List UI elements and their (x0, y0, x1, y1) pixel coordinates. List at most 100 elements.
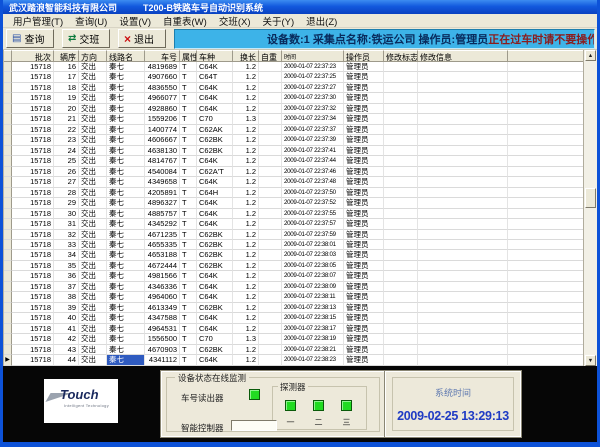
cell-batch[interactable]: 15718 (12, 62, 54, 72)
cell-car-type[interactable]: C64K (197, 62, 233, 72)
cell-length[interactable]: 1.2 (233, 230, 259, 240)
cell-time[interactable]: 2009-01-07 22:38:07 (282, 271, 344, 281)
cell-car-type[interactable]: C62BK (197, 303, 233, 313)
cell-modify-flag[interactable] (384, 72, 418, 82)
cell-car-type[interactable]: C64K (197, 271, 233, 281)
header-modify-info[interactable]: 修改信息 (418, 50, 508, 61)
exit-button[interactable]: × 退出 (118, 29, 166, 48)
cell-modify-info[interactable] (418, 303, 508, 313)
table-row[interactable]: 15718 25 交出 秦七 4814767 T C64K 1.2 2009-0… (4, 156, 583, 166)
cell-length[interactable]: 1.3 (233, 334, 259, 344)
cell-car-number[interactable]: 4885757 (145, 209, 180, 219)
table-row[interactable]: 15718 30 交出 秦七 4885757 T C64K 1.2 2009-0… (4, 209, 583, 219)
cell-modify-info[interactable] (418, 83, 508, 93)
cell-operator[interactable]: 管理员 (344, 114, 384, 124)
cell-operator[interactable]: 管理员 (344, 230, 384, 240)
menu-item[interactable]: 自重表(W) (157, 14, 213, 28)
cell-attribute[interactable]: T (180, 135, 197, 145)
cell-direction[interactable]: 交出 (79, 292, 107, 302)
cell-modify-info[interactable] (418, 324, 508, 334)
table-row[interactable]: 15718 34 交出 秦七 4653188 T C62BK 1.2 2009-… (4, 250, 583, 260)
cell-direction[interactable]: 交出 (79, 209, 107, 219)
cell-tare-weight[interactable] (259, 146, 282, 156)
cell-length[interactable]: 1.2 (233, 83, 259, 93)
cell-tare-weight[interactable] (259, 135, 282, 145)
cell-car-number[interactable]: 4345292 (145, 219, 180, 229)
cell-modify-flag[interactable] (384, 334, 418, 344)
cell-car-type[interactable]: C62BK (197, 135, 233, 145)
cell-line-name[interactable]: 秦七 (107, 334, 145, 344)
cell-operator[interactable]: 管理员 (344, 282, 384, 292)
cell-car-number[interactable]: 4346336 (145, 282, 180, 292)
cell-tare-weight[interactable] (259, 282, 282, 292)
cell-length[interactable]: 1.2 (233, 261, 259, 271)
cell-car-number[interactable]: 4606667 (145, 135, 180, 145)
cell-modify-flag[interactable] (384, 261, 418, 271)
menu-item[interactable]: 查询(U) (69, 14, 113, 28)
cell-sequence[interactable]: 19 (54, 93, 79, 103)
cell-modify-info[interactable] (418, 240, 508, 250)
cell-operator[interactable]: 管理员 (344, 156, 384, 166)
cell-car-number[interactable]: 4966077 (145, 93, 180, 103)
cell-modify-flag[interactable] (384, 135, 418, 145)
cell-car-number[interactable]: 1556500 (145, 334, 180, 344)
cell-car-number[interactable]: 4670903 (145, 345, 180, 355)
header-direction[interactable]: 方向 (79, 50, 107, 61)
cell-direction[interactable]: 交出 (79, 355, 107, 365)
cell-time[interactable]: 2009-01-07 22:37:57 (282, 219, 344, 229)
table-row[interactable]: 15718 35 交出 秦七 4672444 T C62BK 1.2 2009-… (4, 261, 583, 271)
cell-tare-weight[interactable] (259, 125, 282, 135)
cell-time[interactable]: 2009-01-07 22:37:46 (282, 167, 344, 177)
scroll-up-button[interactable]: ▲ (585, 50, 596, 61)
header-tare-weight[interactable]: 自重 (259, 50, 282, 61)
cell-batch[interactable]: 15718 (12, 83, 54, 93)
cell-line-name[interactable]: 秦七 (107, 219, 145, 229)
cell-operator[interactable]: 管理员 (344, 261, 384, 271)
cell-direction[interactable]: 交出 (79, 114, 107, 124)
cell-batch[interactable]: 15718 (12, 240, 54, 250)
cell-car-number[interactable]: 4638130 (145, 146, 180, 156)
cell-direction[interactable]: 交出 (79, 62, 107, 72)
cell-length[interactable]: 1.2 (233, 104, 259, 114)
cell-car-type[interactable]: C64K (197, 198, 233, 208)
cell-attribute[interactable]: T (180, 188, 197, 198)
row-marker[interactable] (4, 250, 12, 260)
header-operator[interactable]: 操作员 (344, 50, 384, 61)
scrollbar-thumb[interactable] (585, 188, 596, 208)
cell-batch[interactable]: 15718 (12, 271, 54, 281)
cell-modify-info[interactable] (418, 219, 508, 229)
cell-modify-info[interactable] (418, 355, 508, 365)
cell-length[interactable]: 1.2 (233, 167, 259, 177)
cell-line-name[interactable]: 秦七 (107, 167, 145, 177)
row-marker[interactable] (4, 324, 12, 334)
row-marker[interactable] (4, 198, 12, 208)
header-length[interactable]: 换长 (233, 50, 259, 61)
cell-car-type[interactable]: C62BK (197, 345, 233, 355)
cell-modify-flag[interactable] (384, 250, 418, 260)
cell-line-name[interactable]: 秦七 (107, 83, 145, 93)
cell-attribute[interactable]: T (180, 261, 197, 271)
cell-tare-weight[interactable] (259, 250, 282, 260)
cell-car-number[interactable]: 1400774 (145, 125, 180, 135)
cell-line-name[interactable]: 秦七 (107, 313, 145, 323)
table-row[interactable]: 15718 20 交出 秦七 4928860 T C64K 1.2 2009-0… (4, 104, 583, 114)
cell-car-type[interactable]: C64K (197, 93, 233, 103)
table-row[interactable]: 15718 23 交出 秦七 4606667 T C62BK 1.2 2009-… (4, 135, 583, 145)
cell-time[interactable]: 2009-01-07 22:37:59 (282, 230, 344, 240)
cell-car-type[interactable]: C62BK (197, 261, 233, 271)
cell-operator[interactable]: 管理员 (344, 345, 384, 355)
row-marker[interactable] (4, 219, 12, 229)
cell-line-name[interactable]: 秦七 (107, 125, 145, 135)
row-marker[interactable] (4, 72, 12, 82)
table-row[interactable]: 15718 33 交出 秦七 4655335 T C62BK 1.2 2009-… (4, 240, 583, 250)
cell-time[interactable]: 2009-01-07 22:37:39 (282, 135, 344, 145)
cell-batch[interactable]: 15718 (12, 303, 54, 313)
cell-sequence[interactable]: 20 (54, 104, 79, 114)
cell-time[interactable]: 2009-01-07 22:37:41 (282, 146, 344, 156)
cell-sequence[interactable]: 40 (54, 313, 79, 323)
cell-line-name[interactable]: 秦七 (107, 104, 145, 114)
cell-tare-weight[interactable] (259, 313, 282, 323)
cell-length[interactable]: 1.2 (233, 303, 259, 313)
cell-attribute[interactable]: T (180, 93, 197, 103)
cell-modify-flag[interactable] (384, 240, 418, 250)
